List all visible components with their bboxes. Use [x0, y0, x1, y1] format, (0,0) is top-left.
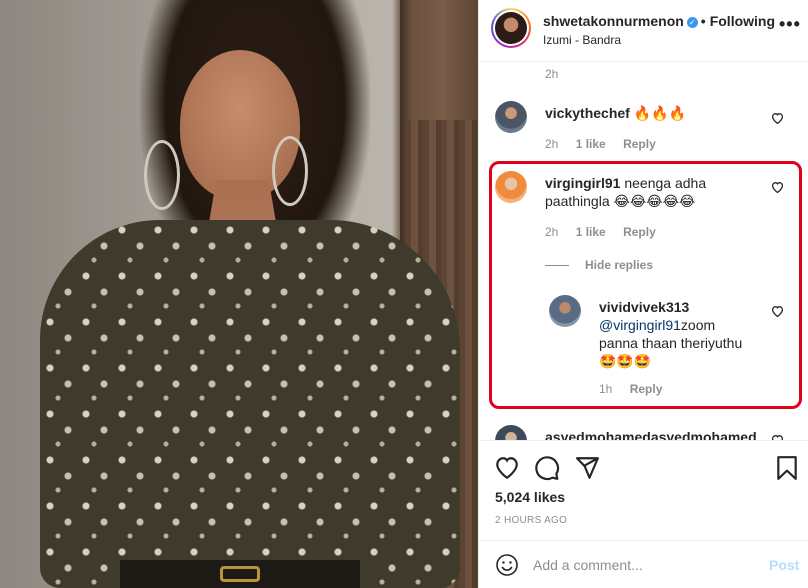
- photo-earring: [144, 140, 180, 210]
- commenter-username[interactable]: vickythechef: [545, 105, 630, 121]
- post-timestamp[interactable]: 2 HOURS AGO: [495, 515, 567, 526]
- post-location[interactable]: Izumi - Bandra: [543, 33, 621, 47]
- comment-text: 🔥🔥🔥: [633, 105, 687, 121]
- photo-shirt: [40, 220, 460, 588]
- author-username[interactable]: shwetakonnurmenon: [543, 13, 684, 29]
- hide-replies-button[interactable]: Hide replies: [585, 258, 653, 272]
- like-heart-icon[interactable]: [494, 455, 520, 481]
- emoji-icon[interactable]: [495, 553, 519, 577]
- comment-meta: 1h Reply: [599, 382, 676, 396]
- share-icon[interactable]: [574, 455, 600, 481]
- post-photo[interactable]: [0, 0, 478, 588]
- like-heart-icon[interactable]: [771, 305, 784, 317]
- photo-belt-buckle: [220, 566, 260, 582]
- add-comment-input[interactable]: [533, 553, 753, 577]
- comment-time: 2h: [545, 67, 559, 81]
- comment-text: neenga adha: [624, 175, 707, 191]
- comment-time: 2h: [545, 225, 559, 239]
- photo-earring: [272, 136, 308, 206]
- comment-likes[interactable]: 1 like: [576, 225, 606, 239]
- verified-icon: ✓: [686, 16, 698, 28]
- author-line: shwetakonnurmenon ✓ • Following: [543, 13, 775, 29]
- reply-body: vividvivek313 @virgingirl91zoom panna th…: [599, 298, 742, 370]
- reply-button[interactable]: Reply: [623, 137, 656, 151]
- post-comment-button[interactable]: Post: [769, 557, 799, 573]
- commenter-avatar[interactable]: [495, 101, 527, 133]
- post-side-panel: shwetakonnurmenon ✓ • Following Izumi - Ban…: [478, 0, 808, 588]
- reply-button[interactable]: Reply: [623, 225, 656, 239]
- replies-divider: [545, 265, 569, 266]
- comment-body: asyedmohamedasyedmohamed: [545, 428, 757, 440]
- comment-likes[interactable]: 1 like: [576, 137, 606, 151]
- comments-list[interactable]: 2h vickythechef 🔥🔥🔥 2h 1 like Reply virg…: [479, 63, 808, 440]
- commenter-avatar[interactable]: [549, 295, 581, 327]
- comment-body: virgingirl91 neenga adha paathingla 😂😂😂😂…: [545, 174, 706, 210]
- commenter-avatar[interactable]: [495, 425, 527, 440]
- commenter-username[interactable]: asyedmohamedasyedmohamed: [545, 429, 757, 440]
- post-actions: 5,024 likes 2 HOURS AGO: [479, 440, 808, 540]
- commenter-avatar[interactable]: [495, 171, 527, 203]
- following-button[interactable]: Following: [710, 13, 775, 29]
- comment-body: vickythechef 🔥🔥🔥: [545, 104, 686, 122]
- commenter-username[interactable]: vividvivek313: [599, 299, 689, 315]
- post-header: shwetakonnurmenon ✓ • Following Izumi - Ban…: [479, 0, 808, 62]
- comment-time: 1h: [599, 382, 613, 396]
- likes-count[interactable]: 5,024 likes: [495, 489, 565, 505]
- instagram-post-view: shwetakonnurmenon ✓ • Following Izumi - Ban…: [0, 0, 808, 588]
- reply-button[interactable]: Reply: [630, 382, 663, 396]
- comment-meta: 2h 1 like Reply: [545, 137, 670, 151]
- more-options-icon[interactable]: •••: [779, 14, 801, 35]
- comment-text: panna thaan theriyuthu: [599, 335, 743, 351]
- like-heart-icon[interactable]: [771, 181, 784, 193]
- comment-text: zoom: [680, 317, 716, 333]
- comment-text: paathingla 😂😂😂😂😂: [545, 193, 696, 209]
- separator-dot: •: [700, 13, 706, 29]
- author-avatar[interactable]: [491, 8, 531, 48]
- comment-icon[interactable]: [534, 455, 560, 481]
- comment-time: 2h: [545, 137, 559, 151]
- comment-text: 🤩🤩🤩: [599, 353, 652, 369]
- add-comment-bar: Post: [479, 540, 808, 588]
- mention-link[interactable]: @virgingirl91: [599, 317, 681, 333]
- save-bookmark-icon[interactable]: [774, 455, 800, 481]
- commenter-username[interactable]: virgingirl91: [545, 175, 620, 191]
- comment-meta: 2h 1 like Reply: [545, 225, 670, 239]
- like-heart-icon[interactable]: [771, 112, 784, 124]
